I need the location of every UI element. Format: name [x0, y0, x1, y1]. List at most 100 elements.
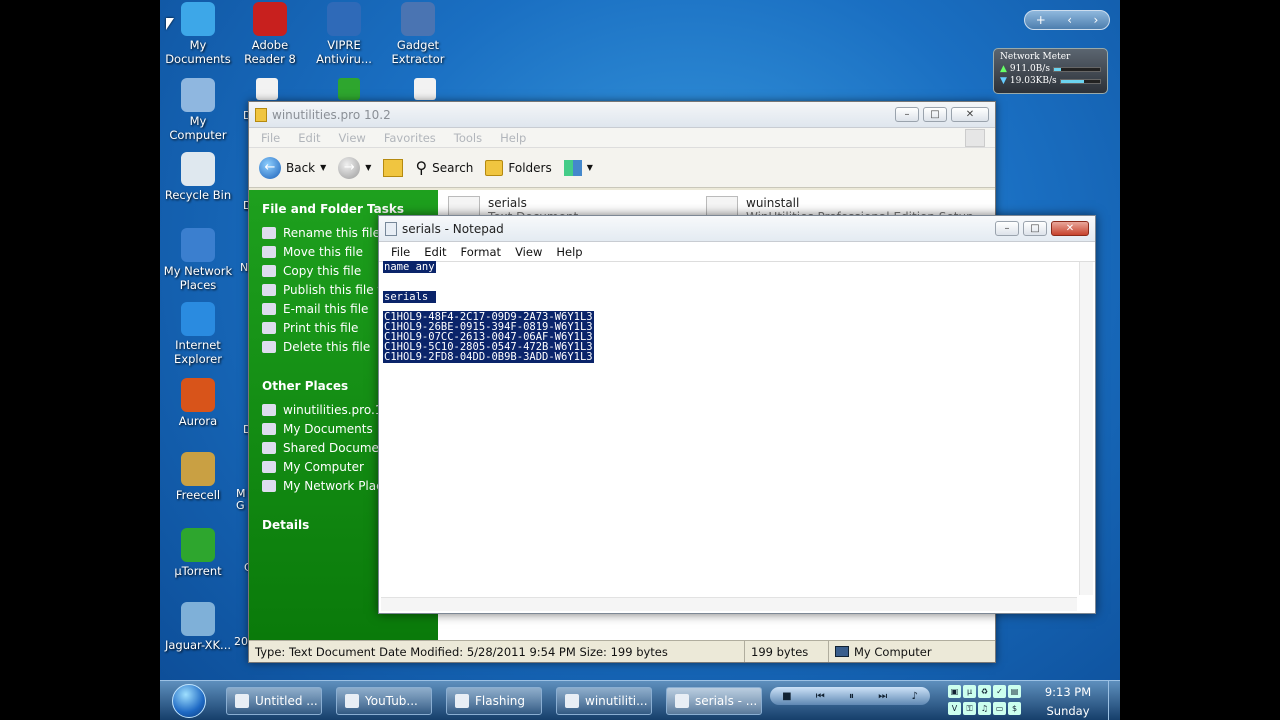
forward-button[interactable]: → ▼	[338, 156, 371, 179]
clock[interactable]: 9:13 PM Sunday	[1040, 683, 1096, 720]
start-button[interactable]	[166, 681, 212, 720]
notepad-titlebar[interactable]: serials - Notepad – □ ✕	[379, 216, 1095, 242]
desktop-icon-aurora[interactable]: Aurora	[160, 378, 236, 428]
desktop-icon-label: My Network Places	[163, 264, 233, 292]
tray-icon[interactable]: ✓	[993, 685, 1006, 698]
add-gadget-icon[interactable]: +	[1036, 13, 1046, 27]
close-button[interactable]: ✕	[1051, 221, 1089, 236]
notepad-text-area[interactable]: name any serials C1HOL9-48F4-2C17-09D9-2A…	[383, 261, 1075, 595]
taskbar-button[interactable]: serials - ...	[666, 686, 762, 715]
menu-view[interactable]: View	[515, 245, 542, 259]
vpn-tray-icon[interactable]: ⚿	[963, 702, 976, 715]
horizontal-scrollbar[interactable]	[381, 597, 1077, 611]
vertical-scrollbar[interactable]	[1079, 262, 1093, 595]
maximize-button[interactable]: □	[923, 107, 947, 122]
taskbar-button-label: Untitled ...	[255, 693, 318, 708]
desktop-icon-utorrent[interactable]: µTorrent	[160, 528, 236, 578]
notepad-window[interactable]: serials - Notepad – □ ✕ File Edit Format…	[378, 215, 1096, 614]
desktop-icon-gadget-extractor[interactable]: Gadget Extractor	[380, 2, 456, 66]
tray-icon[interactable]: $	[1008, 702, 1021, 715]
menu-tools[interactable]: Tools	[454, 131, 482, 145]
document-icon[interactable]	[414, 78, 436, 100]
gadget-controls[interactable]: + ‹ ›	[1024, 10, 1110, 30]
taskbar-button[interactable]: winutiliti...	[556, 686, 652, 715]
upload-rate: 911.0B/s	[1009, 64, 1050, 74]
menu-edit[interactable]: Edit	[424, 245, 446, 259]
back-button[interactable]: ← Back ▼	[259, 156, 326, 179]
media-controls[interactable]: ■ ⏮ ⏸ ⏭ ♪	[770, 687, 930, 705]
tray-icon[interactable]: V	[948, 702, 961, 715]
document-icon[interactable]	[256, 78, 278, 100]
next-gadget-icon[interactable]: ›	[1093, 13, 1098, 27]
network-meter-gadget[interactable]: Network Meter ▲ 911.0B/s ▼ 19.03KB/s	[993, 48, 1108, 94]
taskbar-button[interactable]: Untitled ...	[226, 686, 322, 715]
menu-help[interactable]: Help	[500, 131, 526, 145]
file-tasks-heading[interactable]: File and Folder Tasks	[262, 202, 438, 216]
desktop-icon-adobe-reader[interactable]: Adobe Reader 8	[232, 2, 308, 66]
close-button[interactable]: ✕	[951, 107, 989, 122]
windows-logo-icon	[965, 128, 985, 147]
desktop-partial-label: 20	[234, 635, 248, 648]
tray-icon[interactable]: ▣	[948, 685, 961, 698]
stop-icon[interactable]: ■	[782, 691, 791, 702]
windows-orb-icon	[172, 683, 206, 718]
menu-file[interactable]: File	[391, 245, 410, 259]
chevron-down-icon[interactable]: ▼	[365, 163, 371, 172]
taskbar: Untitled ... YouTub... Flashing winutiliti.…	[160, 680, 1120, 720]
upload-bar	[1052, 66, 1101, 72]
jaguar-icon	[181, 602, 215, 636]
volume-icon[interactable]: ♪	[911, 691, 917, 702]
desktop-icon-internet-explorer[interactable]: Internet Explorer	[160, 302, 236, 366]
up-folder-icon[interactable]	[383, 158, 404, 177]
maximize-button[interactable]: □	[1023, 221, 1047, 236]
task-icon	[262, 322, 276, 334]
menu-view[interactable]: View	[339, 131, 366, 145]
utorrent-tray-icon[interactable]: µ	[963, 685, 976, 698]
notepad-menubar: File Edit Format View Help	[379, 242, 1095, 262]
text-line: C1HOL9-2FD8-04DD-0B9B-3ADD-W6Y1L3	[383, 351, 1075, 363]
views-button[interactable]: ▼	[563, 159, 593, 176]
menu-file[interactable]: File	[261, 131, 280, 145]
task-icon	[262, 423, 276, 435]
chevron-down-icon[interactable]: ▼	[320, 163, 326, 172]
search-button[interactable]: ⚲ Search	[415, 158, 473, 177]
volume-tray-icon[interactable]: ♫	[978, 702, 991, 715]
desktop-icon-label: Internet Explorer	[174, 338, 222, 366]
selected-text: name any	[383, 261, 436, 273]
task-label: E-mail this file	[283, 302, 369, 316]
next-icon[interactable]: ⏭	[878, 691, 887, 702]
explorer-titlebar[interactable]: winutilities.pro 10.2 – □ ✕	[249, 102, 995, 128]
previous-icon[interactable]: ⏮	[816, 691, 825, 702]
menu-help[interactable]: Help	[556, 245, 582, 259]
clock-day: Sunday	[1046, 704, 1090, 718]
prev-gadget-icon[interactable]: ‹	[1067, 13, 1072, 27]
desktop-icon-recycle-bin[interactable]: Recycle Bin	[160, 152, 236, 202]
download-bar	[1059, 78, 1101, 84]
minimize-button[interactable]: –	[895, 107, 919, 122]
desktop-icon-my-computer[interactable]: My Computer	[160, 78, 236, 142]
utorrent-icon[interactable]	[338, 78, 360, 100]
menu-favorites[interactable]: Favorites	[384, 131, 436, 145]
minimize-button[interactable]: –	[995, 221, 1019, 236]
folders-button[interactable]: Folders	[485, 159, 552, 176]
network-tray-icon[interactable]: ▤	[1008, 685, 1021, 698]
tray-icon[interactable]: ♻	[978, 685, 991, 698]
computer-icon	[835, 646, 849, 657]
task-label: Rename this file	[283, 226, 381, 240]
tray-icon[interactable]: ▭	[993, 702, 1006, 715]
task-label: My Computer	[283, 460, 364, 474]
menu-format[interactable]: Format	[461, 245, 502, 259]
taskbar-button[interactable]: YouTub...	[336, 686, 432, 715]
pause-icon[interactable]: ⏸	[849, 691, 854, 702]
desktop-icon-freecell[interactable]: Freecell	[160, 452, 236, 502]
taskbar-button[interactable]: Flashing	[446, 686, 542, 715]
show-desktop-button[interactable]	[1108, 681, 1120, 720]
desktop-icon-my-network-places[interactable]: My Network Places	[160, 228, 236, 292]
desktop-icon-jaguar[interactable]: Jaguar-XK...	[160, 602, 236, 652]
menu-edit[interactable]: Edit	[298, 131, 320, 145]
desktop-icon-vipre[interactable]: VIPRE Antiviru...	[306, 2, 382, 66]
vipre-icon	[327, 2, 361, 36]
desktop-icon-my-documents[interactable]: My Documents	[160, 2, 236, 66]
chevron-down-icon[interactable]: ▼	[587, 163, 593, 172]
desktop-icon-label: µTorrent	[174, 564, 222, 578]
